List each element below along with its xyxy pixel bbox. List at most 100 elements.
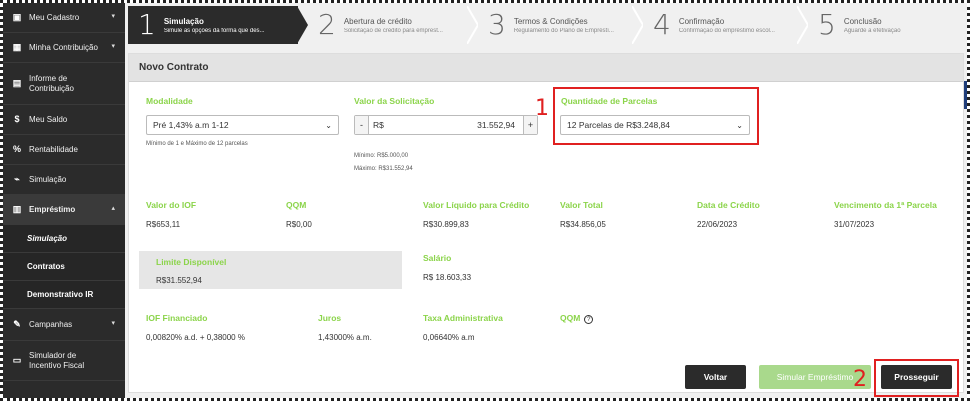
- modalidade-value: Pré 1,43% a.m 1-12: [153, 120, 229, 130]
- modalidade-hint: Mínimo de 1 e Máximo de 12 parcelas: [146, 141, 248, 147]
- qqm-info-text: QQM: [560, 313, 581, 323]
- sidebar-item-label: Minha Contribuição: [29, 42, 98, 52]
- id-card-icon: ▣: [12, 11, 22, 22]
- valor-iof-label: Valor do IOF: [146, 200, 197, 210]
- sidebar-item-campanhas[interactable]: ✎ Campanhas ▾: [3, 309, 125, 341]
- valor-total-label: Valor Total: [560, 200, 603, 210]
- step-arrow-icon: [632, 6, 643, 44]
- step-subtitle: Solicitação de crédito para emprest...: [343, 27, 443, 34]
- sidebar-item-rentabilidade[interactable]: % Rentabilidade: [3, 135, 125, 165]
- limite-disponivel-value: R$31.552,94: [156, 276, 202, 285]
- qqm-value: R$0,00: [286, 220, 312, 229]
- bank-icon: ▥: [12, 203, 22, 214]
- sidebar-item-simulacao[interactable]: ⌁ Simulação: [3, 165, 125, 195]
- step-subtitle: Confirmação do empréstimo escol...: [678, 27, 775, 34]
- highlight-box-2: [874, 359, 959, 397]
- main-content: 1 Simulação Simule as opções da forma qu…: [125, 3, 967, 398]
- sidebar-item-label: Simulador de Incentivo Fiscal: [29, 350, 85, 370]
- chart-icon: ⌁: [14, 173, 20, 184]
- step-title: Termos & Condições: [513, 16, 588, 26]
- edit-icon: ✎: [13, 318, 21, 329]
- valor-solicitacao-stepper: - R$ 31.552,94 +: [354, 115, 538, 135]
- sidebar-item-label: Empréstimo: [29, 204, 76, 214]
- step-title: Abertura de crédito: [343, 16, 412, 26]
- juros-value: 1,43000% a.m.: [318, 333, 372, 342]
- sidebar-subitem-simulacao[interactable]: Simulação: [3, 225, 125, 253]
- sidebar-item-meu-saldo[interactable]: $ Meu Saldo: [3, 105, 125, 135]
- sidebar-item-label: Meu Cadastro: [29, 12, 80, 22]
- valor-solicitacao-input[interactable]: 31.552,94: [388, 116, 523, 134]
- step-termos-condicoes[interactable]: 3 Termos & Condições Regulamento do Plan…: [468, 6, 643, 44]
- step-arrow-icon: [297, 6, 308, 44]
- iof-financiado-value: 0,00820% a.d. + 0,38000 %: [146, 333, 245, 342]
- qqm-info-label: QQM?: [560, 313, 594, 324]
- step-subtitle: Regulamento do Plano de Empréstí...: [513, 27, 614, 34]
- percent-icon: %: [12, 143, 21, 154]
- vencimento-label: Vencimento da 1ª Parcela: [834, 200, 937, 210]
- valor-maximo-hint: Máximo: R$31.552,94: [354, 166, 413, 172]
- salario-value: R$ 18.603,33: [423, 273, 472, 282]
- step-confirmacao[interactable]: 4 Confirmação Confirmação do empréstimo …: [633, 6, 808, 44]
- sidebar-item-label: Informe de Contribuição: [29, 73, 74, 93]
- novo-contrato-card: Novo Contrato Modalidade Pré 1,43% a.m 1…: [128, 53, 964, 397]
- sidebar-item-meu-cadastro[interactable]: ▣ Meu Cadastro ▾: [3, 3, 125, 33]
- chevron-up-icon: ▴: [111, 205, 115, 213]
- help-icon[interactable]: ?: [584, 315, 594, 324]
- sidebar-subitem-demonstrativo-ir[interactable]: Demonstrativo IR: [3, 281, 125, 309]
- wizard-stepper: 1 Simulação Simule as opções da forma qu…: [128, 6, 964, 44]
- juros-label: Juros: [318, 313, 342, 323]
- step-arrow-icon: [797, 6, 808, 44]
- valor-total-value: R$34.856,05: [560, 220, 606, 229]
- step-number: 2: [318, 8, 336, 41]
- modalidade-select[interactable]: Pré 1,43% a.m 1-12 ⌄: [146, 115, 339, 135]
- step-number: 5: [818, 8, 836, 41]
- valor-iof-value: R$653,11: [146, 220, 181, 229]
- valor-liquido-label: Valor Líquido para Crédito: [423, 200, 530, 210]
- sidebar: ▣ Meu Cadastro ▾ ▦ Minha Contribuição ▾ …: [3, 3, 125, 398]
- iof-financiado-label: IOF Financiado: [146, 313, 208, 323]
- currency-symbol: R$: [373, 120, 384, 130]
- sidebar-item-simulador-incentivo-fiscal[interactable]: ▭ Simulador de Incentivo Fiscal: [3, 341, 125, 381]
- calculator-icon: ▦: [12, 41, 22, 52]
- data-credito-label: Data de Crédito: [697, 200, 760, 210]
- sidebar-item-label: Campanhas: [29, 319, 73, 329]
- step-number: 1: [138, 8, 156, 41]
- decrement-button[interactable]: -: [355, 116, 369, 134]
- valor-liquido-value: R$30.899,83: [423, 220, 469, 229]
- chevron-down-icon: ⌄: [325, 121, 332, 130]
- step-subtitle: Simule as opções da forma que des...: [163, 27, 265, 34]
- step-abertura-credito[interactable]: 2 Abertura de crédito Solicitação de cré…: [298, 6, 478, 44]
- qqm-label: QQM: [286, 200, 307, 210]
- chevron-down-icon: ▾: [111, 320, 115, 328]
- step-title: Conclusão: [843, 16, 882, 26]
- step-title: Confirmação: [678, 16, 725, 26]
- valor-solicitacao-label: Valor da Solicitação: [354, 96, 435, 106]
- sidebar-item-minha-contribuicao[interactable]: ▦ Minha Contribuição ▾: [3, 33, 125, 63]
- sidebar-subitem-contratos[interactable]: Contratos: [3, 253, 125, 281]
- step-number: 3: [488, 8, 506, 41]
- sidebar-item-emprestimo[interactable]: ▥ Empréstimo ▴: [3, 195, 125, 225]
- step-number: 4: [653, 8, 671, 41]
- chevron-down-icon: ▾: [111, 43, 115, 51]
- taxa-administrativa-value: 0,06640% a.m: [423, 333, 475, 342]
- document-icon: ▤: [12, 77, 22, 88]
- sidebar-item-label: Rentabilidade: [29, 144, 78, 154]
- step-subtitle: Aguarde a efetivação: [843, 27, 901, 34]
- limite-disponivel-label: Limite Disponível: [156, 257, 227, 267]
- vencimento-value: 31/07/2023: [834, 220, 875, 229]
- highlight-box-1: [553, 87, 759, 145]
- data-credito-value: 22/06/2023: [697, 220, 738, 229]
- sidebar-item-informe-contribuicao[interactable]: ▤ Informe de Contribuição: [3, 63, 125, 105]
- step-title: Simulação: [163, 16, 204, 26]
- card-title: Novo Contrato: [129, 54, 963, 82]
- voltar-button[interactable]: Voltar: [685, 365, 746, 389]
- dollar-icon: $: [14, 113, 20, 124]
- step-simulacao[interactable]: 1 Simulação Simule as opções da forma qu…: [128, 6, 308, 44]
- sidebar-item-label: Meu Saldo: [29, 114, 68, 124]
- taxa-administrativa-label: Taxa Administrativa: [423, 313, 503, 323]
- annotation-number-2: 2: [853, 367, 867, 392]
- step-conclusao[interactable]: 5 Conclusão Aguarde a efetivação: [798, 6, 964, 44]
- valor-minimo-hint: Mínimo: R$5.000,00: [354, 153, 409, 159]
- step-arrow-icon: [467, 6, 478, 44]
- calculator-icon: ▭: [12, 354, 22, 365]
